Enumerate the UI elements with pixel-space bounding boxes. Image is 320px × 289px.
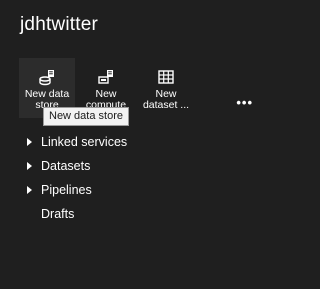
table-icon [157,68,175,86]
expand-caret-icon[interactable] [27,186,32,194]
tree-item-label: Datasets [41,159,91,173]
tree-item-label: Drafts [41,207,75,221]
compute-icon [97,68,115,86]
tree-item-label: Pipelines [41,183,92,197]
more-options-icon[interactable]: ••• [236,96,253,109]
tooltip: New data store [43,107,129,126]
toolbar: New data store New compute New dataset .… [0,58,259,118]
new-dataset-button[interactable]: New dataset ... [138,58,194,118]
tree-item-drafts[interactable]: Drafts [0,202,259,226]
resource-tree: Linked services Datasets Pipelines Draft… [0,130,259,226]
tree-item-linked-services[interactable]: Linked services [0,130,259,154]
tree-item-pipelines[interactable]: Pipelines [0,178,259,202]
data-store-icon [38,68,56,86]
tree-item-datasets[interactable]: Datasets [0,154,259,178]
app-title: jdhtwitter [20,14,99,35]
expand-caret-icon[interactable] [27,162,32,170]
new-dataset-label: New dataset ... [142,89,190,111]
expand-caret-icon[interactable] [27,138,32,146]
tree-item-label: Linked services [41,135,128,149]
